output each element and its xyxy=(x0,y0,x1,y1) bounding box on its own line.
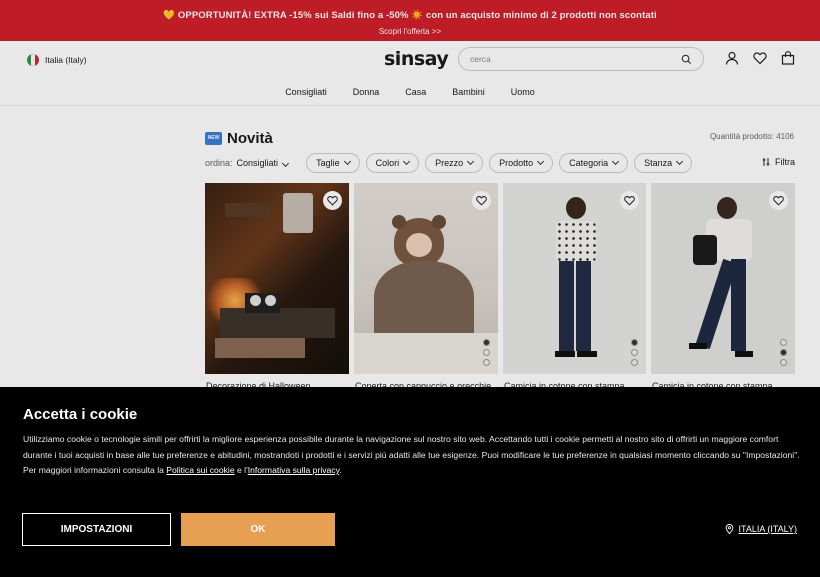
privacy-policy-link[interactable]: Informativa sulla privacy xyxy=(248,465,340,475)
location-pin-icon xyxy=(726,524,734,534)
cookie-title: Accetta i cookie xyxy=(23,406,138,423)
region-selector[interactable]: ITALIA (ITALY) xyxy=(725,524,797,534)
cookie-text-joiner: e l' xyxy=(234,465,248,475)
accept-button[interactable]: OK xyxy=(181,513,335,546)
region-label: ITALIA (ITALY) xyxy=(738,524,797,534)
cookie-text-end: . xyxy=(339,465,342,475)
cookie-text: Utilizziamo cookie o tecnologie simili p… xyxy=(23,434,800,475)
cookie-policy-link[interactable]: Politica sui cookie xyxy=(166,465,234,475)
cookie-description: Utilizziamo cookie o tecnologie simili p… xyxy=(23,432,803,479)
settings-button[interactable]: IMPOSTAZIONI xyxy=(22,513,171,546)
cookie-banner: Accetta i cookie Utilizziamo cookie o te… xyxy=(0,387,820,577)
